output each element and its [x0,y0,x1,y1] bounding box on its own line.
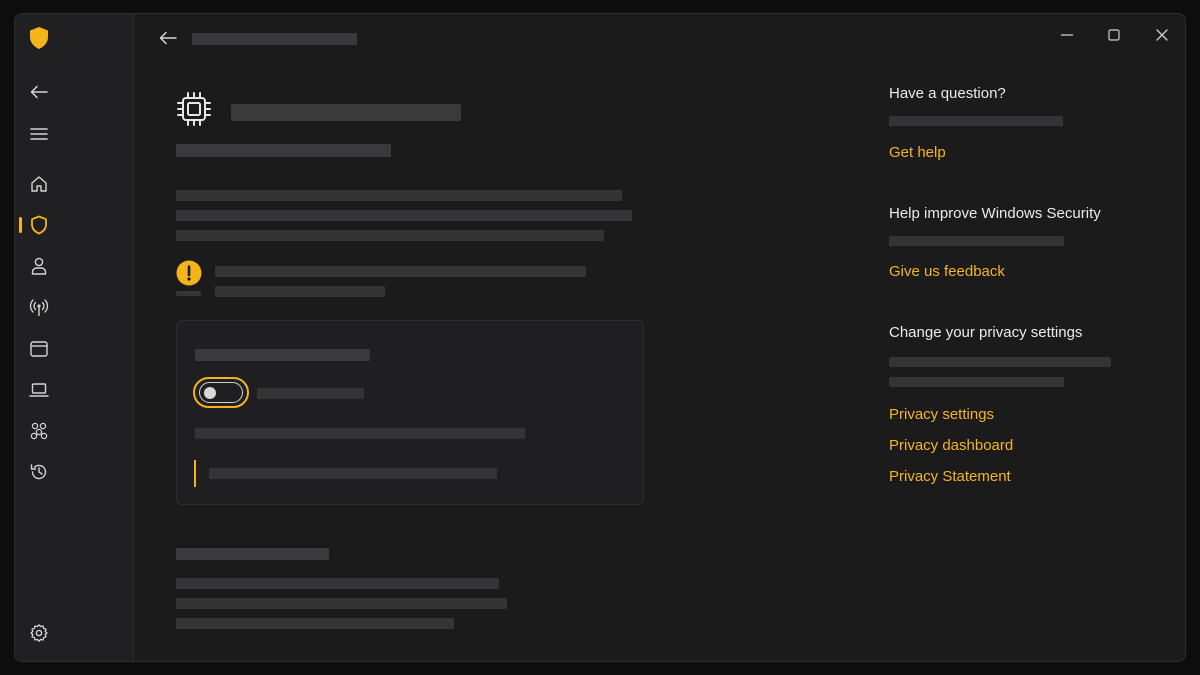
card-title-placeholder [195,349,370,361]
shield-icon[interactable] [28,214,50,236]
windows-security-logo-icon [27,26,51,50]
privacy-dashboard-link[interactable]: Privacy dashboard [889,437,1013,454]
section-text-line [176,618,454,629]
card-info-line [209,468,497,479]
close-button[interactable] [1149,22,1175,48]
minimize-button[interactable] [1054,22,1080,48]
feedback-link[interactable]: Give us feedback [889,263,1005,280]
get-help-link[interactable]: Get help [889,144,946,161]
toggle-focus-ring [193,377,249,408]
person-icon[interactable] [28,255,50,277]
chip-icon [176,91,212,127]
history-icon[interactable] [28,461,50,483]
family-icon[interactable] [28,420,50,442]
privacy-text-line [889,377,1064,387]
toggle-knob [204,386,216,399]
antenna-icon[interactable] [28,297,50,319]
title-placeholder [192,33,357,45]
question-text-placeholder [889,116,1063,126]
privacy-settings-link[interactable]: Privacy settings [889,406,994,423]
main-content: Have a question? Get help Help improve W… [134,14,1185,661]
browser-window-icon[interactable] [28,338,50,360]
section-text-line [176,598,507,609]
description-line [176,210,632,221]
selected-indicator [19,217,22,233]
sidebar [15,14,134,661]
warning-text-line [215,286,385,297]
toggle-label-placeholder [257,388,364,399]
toggle-switch[interactable] [199,382,243,403]
info-accent-bar [194,460,196,487]
privacy-heading: Change your privacy settings [889,324,1083,341]
card-description-line [195,428,525,439]
improve-heading: Help improve Windows Security [889,205,1101,222]
warning-text-line [176,291,201,296]
question-heading: Have a question? [889,85,1006,102]
privacy-statement-link[interactable]: Privacy Statement [889,468,1011,485]
back-arrow-icon[interactable] [28,81,50,103]
warning-icon [176,260,202,286]
home-icon[interactable] [28,173,50,195]
gear-icon[interactable] [28,622,50,644]
laptop-icon[interactable] [28,379,50,401]
section-heading-placeholder [176,548,329,560]
heading-placeholder [231,104,461,121]
hamburger-menu-icon[interactable] [28,123,50,145]
privacy-text-line [889,357,1111,367]
improve-text-placeholder [889,236,1064,246]
warning-text-line [215,266,586,277]
back-arrow-icon[interactable] [157,27,179,49]
app-window: Have a question? Get help Help improve W… [14,13,1186,662]
description-line [176,230,604,241]
subheading-placeholder [176,144,391,157]
settings-card [176,320,644,505]
maximize-button[interactable] [1101,22,1127,48]
section-text-line [176,578,499,589]
description-line [176,190,622,201]
